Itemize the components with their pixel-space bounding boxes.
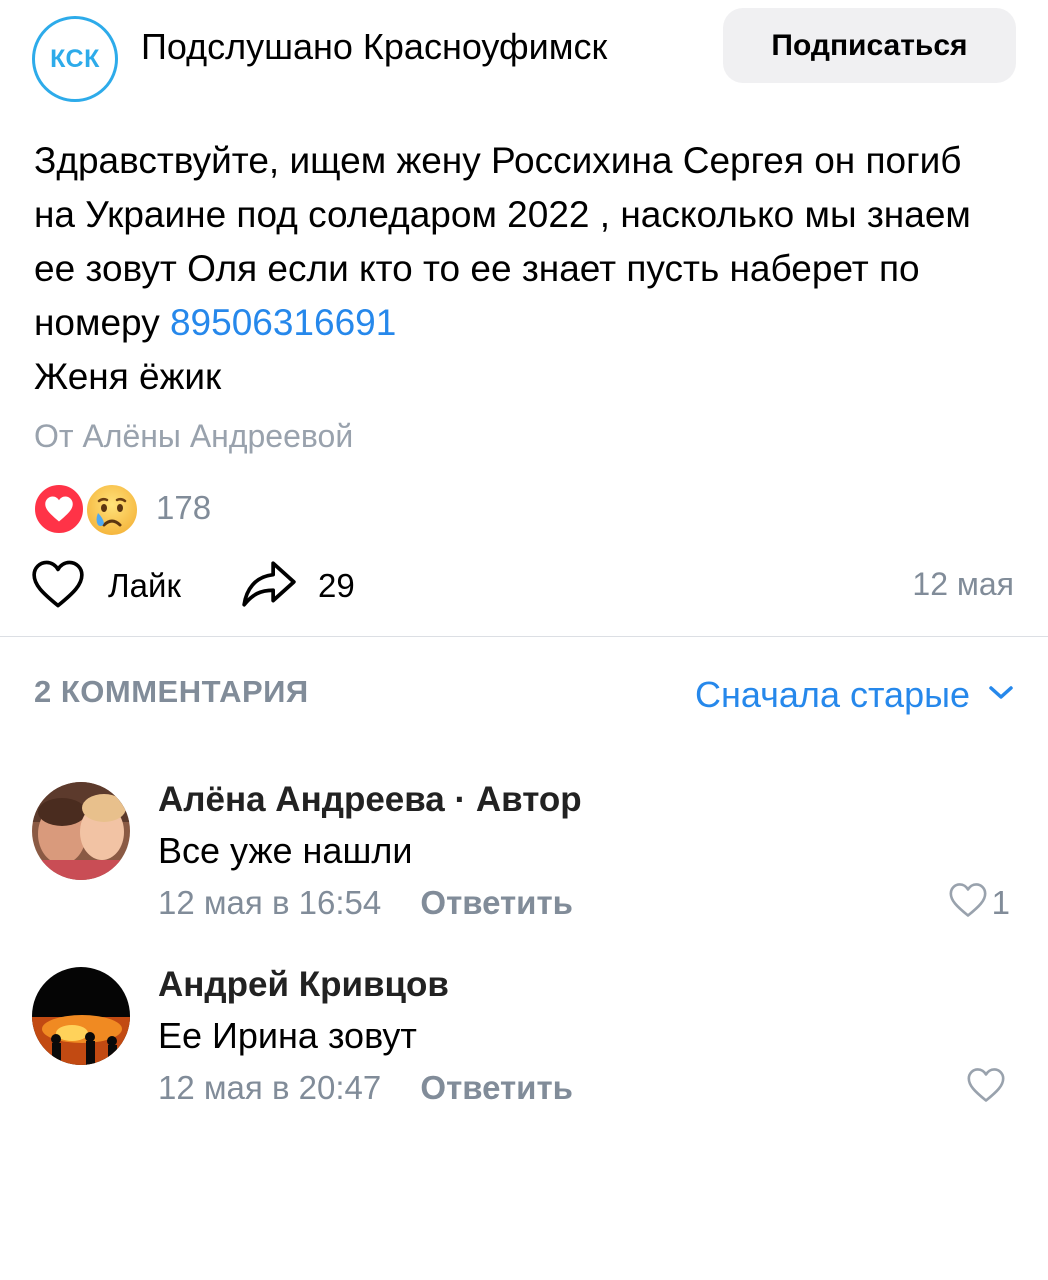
heart-outline-icon [30, 559, 86, 614]
comments-count: 2 КОММЕНТАРИЯ [34, 674, 309, 709]
reply-button[interactable]: Ответить [420, 1069, 573, 1106]
comment-item: Алёна Андреева · Автор Все уже нашли 12 … [0, 780, 1048, 942]
comment-time: 12 мая в 20:47 [158, 1069, 382, 1106]
heart-outline-icon [966, 1067, 1006, 1108]
comment-meta: 12 мая в 20:47 Ответить [158, 1069, 573, 1107]
comment-item: Андрей Кривцов Ее Ирина зовут 12 мая в 2… [0, 965, 1048, 1127]
sort-label: Сначала старые [695, 674, 970, 715]
chevron-down-icon [988, 685, 1014, 706]
post-author-line[interactable]: От Алёны Андреевой [34, 414, 353, 458]
share-count: 29 [318, 567, 355, 604]
post-text: Здравствуйте, ищем жену Россихина Сергея… [34, 134, 994, 404]
group-name[interactable]: Подслушано Красноуфимск [141, 24, 607, 70]
crying-face-icon [84, 482, 140, 538]
comment-author[interactable]: Андрей Кривцов [158, 965, 449, 1005]
comment-like-button[interactable]: 1 [948, 882, 1010, 923]
avatar[interactable] [32, 782, 130, 880]
post-date: 12 мая [912, 566, 1014, 602]
reactions-count: 178 [156, 489, 212, 526]
comment-author[interactable]: Алёна Андреева · Автор [158, 780, 582, 820]
post-signature: Женя ёжик [34, 356, 222, 397]
divider [0, 636, 1048, 637]
heart-outline-icon [948, 882, 988, 923]
comment-text: Ее Ирина зовут [158, 1015, 417, 1056]
comment-like-count: 1 [991, 883, 1010, 921]
like-button[interactable]: Лайк [30, 556, 181, 616]
group-avatar[interactable]: КСК [32, 16, 118, 102]
like-label: Лайк [108, 567, 181, 604]
comment-like-button[interactable] [966, 1067, 1010, 1108]
phone-link[interactable]: 89506316691 [170, 302, 396, 343]
share-arrow-icon [240, 559, 298, 614]
comment-time: 12 мая в 16:54 [158, 884, 382, 921]
post-actions: Лайк 29 12 мая [30, 556, 1020, 616]
group-avatar-text: КСК [50, 44, 100, 73]
post-header: КСК Подслушано Красноуфимск Подписаться [0, 0, 1048, 102]
comment-meta: 12 мая в 16:54 Ответить [158, 884, 573, 922]
post-page: КСК Подслушано Красноуфимск Подписаться … [0, 0, 1048, 1280]
reply-button[interactable]: Ответить [420, 884, 573, 921]
comments-sort-toggle[interactable]: Сначала старые [695, 672, 1014, 718]
subscribe-button[interactable]: Подписаться [723, 8, 1016, 83]
comment-text: Все уже нашли [158, 830, 413, 871]
avatar[interactable] [32, 967, 130, 1065]
heart-reaction-icon [32, 482, 86, 536]
share-button[interactable]: 29 [240, 556, 355, 616]
